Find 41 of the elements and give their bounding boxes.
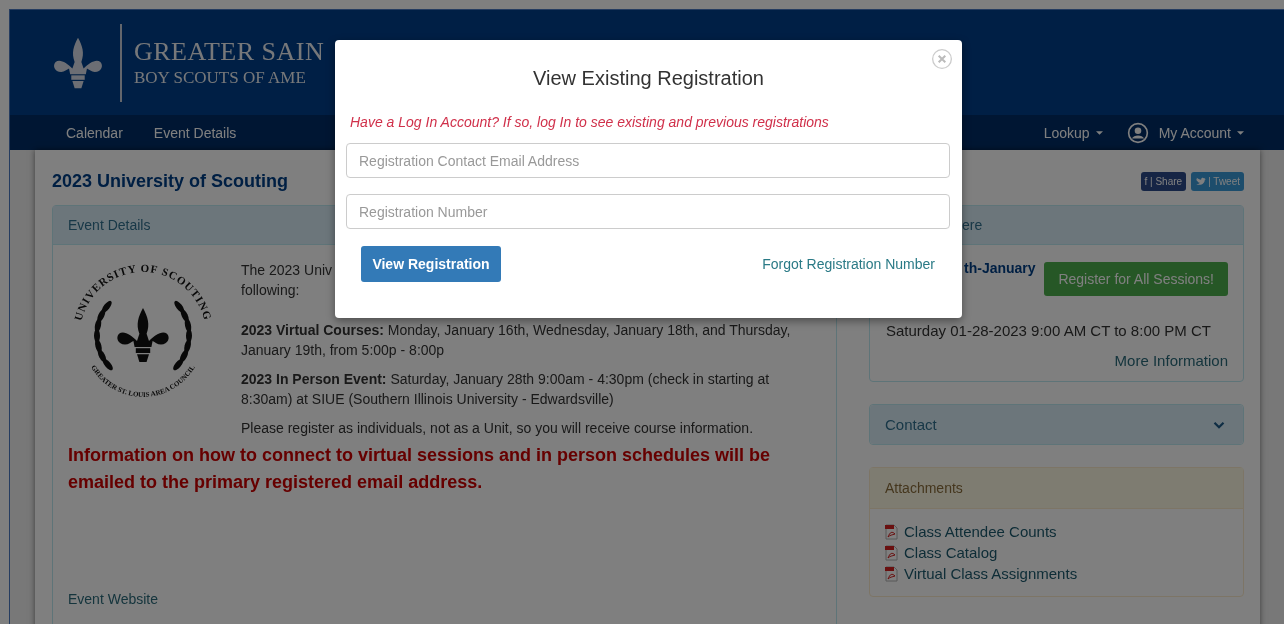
view-registration-button[interactable]: View Registration (361, 246, 501, 282)
event-website-link[interactable]: Event Website (68, 591, 821, 607)
caret-icon (1237, 130, 1244, 135)
paragraph-text: 2023 Virtual Courses: Monday, January 16th, Wednesday, January 18th, and Thursday, January 19th, from 5:00p - 8:00p (241, 321, 792, 360)
user-icon (1126, 121, 1149, 144)
pdf-file-icon (885, 544, 898, 561)
pdf-file-icon (885, 565, 898, 582)
panel-heading: Contact (885, 416, 937, 433)
input-field[interactable]: Registration Number (346, 194, 950, 229)
input-field[interactable]: Registration Contact Email Address (346, 143, 950, 178)
contact-panel[interactable]: Contact (869, 404, 1244, 445)
register-button[interactable]: Register for All Sessions! (1044, 262, 1228, 296)
paragraph-text: following: (241, 281, 300, 300)
nav-dropdown[interactable]: Lookup (1043, 124, 1103, 141)
notice-text: Information on how to connect to virtual sessions and in person schedules will be emailed to the primary registered email address. (68, 444, 772, 494)
login-message: Have a Log In Account? If so, log In to see existing and previous registrations (349, 114, 830, 130)
more-information-link[interactable]: More Information (886, 352, 1228, 369)
nav-dropdown[interactable]: My Account (1126, 121, 1244, 144)
close-icon (931, 48, 953, 70)
forgot-number-link[interactable]: Forgot Registration Number (762, 256, 935, 272)
paragraph-text: 2023 In Person Event: Saturday, January 28th 9:00am - 4:30pm (check in starting at 8:30am) at SIUE (Southern Illinois University - Edwardsville) (241, 370, 771, 409)
paragraph-text: Please register as individuals, not as a Unit, so you will receive course information. (241, 419, 755, 438)
share-button[interactable]: f | Share (1140, 171, 1187, 191)
org-name: GREATER SAIN (134, 36, 325, 67)
session-date: th-January (964, 260, 1036, 276)
bird-icon (1195, 176, 1207, 186)
event-title: 2023 University of Scouting (52, 170, 289, 192)
pdf-file-icon (885, 523, 898, 540)
session-time: Saturday 01-28-2023 9:00 AM CT to 8:00 PM CT (886, 322, 1212, 339)
paragraph-text: The 2023 Univ (241, 261, 333, 280)
nav-link[interactable]: Event Details (153, 124, 237, 141)
caret-icon (1095, 130, 1103, 135)
attachment-link[interactable]: Class Catalog (904, 542, 998, 563)
close-button[interactable] (931, 48, 953, 70)
modal-title: View Existing Registration (533, 66, 764, 90)
org-subtitle: BOY SCOUTS OF AME (134, 66, 307, 89)
share-button[interactable]: | Tweet (1191, 171, 1244, 191)
attachment-link[interactable]: Virtual Class Assignments (904, 563, 1078, 584)
panel-heading: Attachments (870, 468, 1243, 509)
nav-link[interactable]: Calendar (66, 124, 123, 141)
attachment-link[interactable]: Class Attendee Counts (904, 521, 1057, 542)
